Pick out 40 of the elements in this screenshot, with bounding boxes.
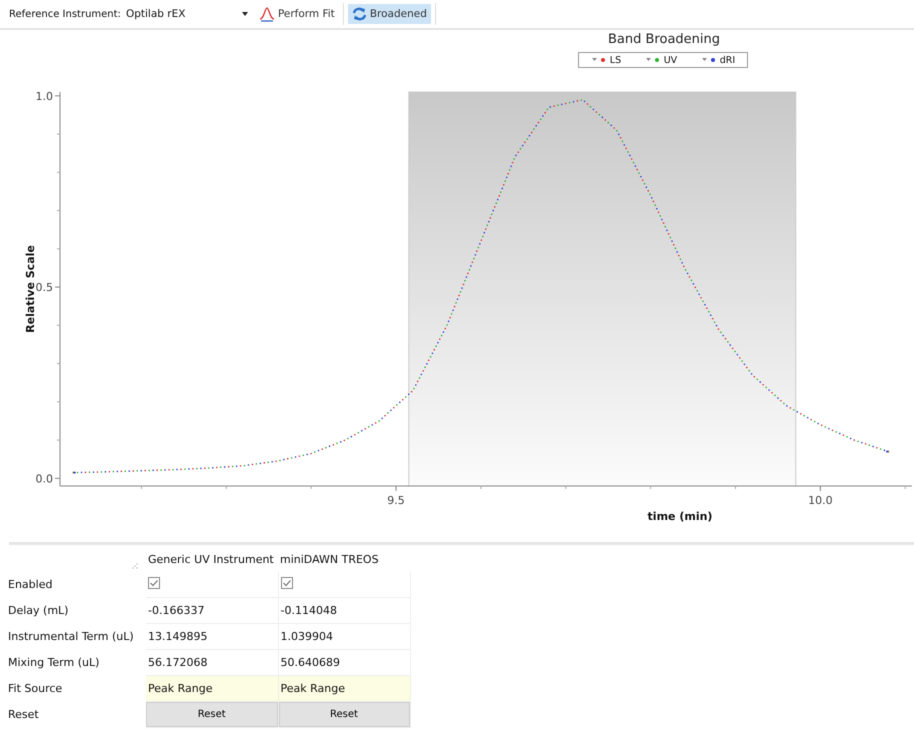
x-tick-label: 10.0 [808,494,833,507]
refresh-icon [352,7,367,21]
row-label: Enabled [8,578,52,592]
chart-title: Band Broadening [607,32,721,47]
legend-toggle-icon[interactable] [590,57,598,63]
reference-label: Reference Instrument: [9,8,121,20]
table-cell: 1.039904 [280,630,333,643]
y-tick-label: 0.0 [36,472,53,486]
broadened-toggle[interactable]: Broadened [348,4,431,24]
legend-label: LS [610,54,622,66]
checkbox[interactable] [280,577,292,589]
table-cell: 13.149895 [148,630,208,643]
row-label: Delay (mL) [8,604,68,617]
checkbox[interactable] [148,577,160,589]
reset-button[interactable]: Reset [278,702,410,727]
legend-toggle-icon[interactable] [700,57,708,63]
x-tick-label: 9.5 [387,494,405,507]
legend-label: UV [664,54,678,66]
legend-toggle-icon[interactable] [644,57,652,63]
reset-button[interactable]: Reset [146,702,278,727]
y-tick-label: 0.5 [36,281,53,294]
x-axis-title: time (min) [648,510,712,523]
column-header: miniDAWN TREOS [280,553,379,566]
table-cell: 56.172068 [148,656,208,669]
table-cell: -0.166337 [148,604,204,617]
table-cell: -0.114048 [280,604,337,617]
row-label: Reset [8,708,39,721]
dropdown-caret-icon[interactable] [240,11,249,17]
column-header: Generic UV Instrument [148,553,274,566]
legend-label: dRI [720,54,736,66]
row-label: Fit Source [8,682,62,695]
y-axis-title: Relative Scale [24,245,37,333]
perform-fit-button[interactable]: Perform Fit [254,3,339,25]
peak-icon [258,6,275,22]
y-tick-label: 1.0 [36,90,53,103]
row-label: Instrumental Term (uL) [8,630,134,643]
table-cell: 50.640689 [280,656,340,669]
row-label: Mixing Term (uL) [8,656,100,669]
reference-dropdown-value[interactable]: Optilab rEX [126,8,236,20]
resize-grip-icon [132,563,138,569]
